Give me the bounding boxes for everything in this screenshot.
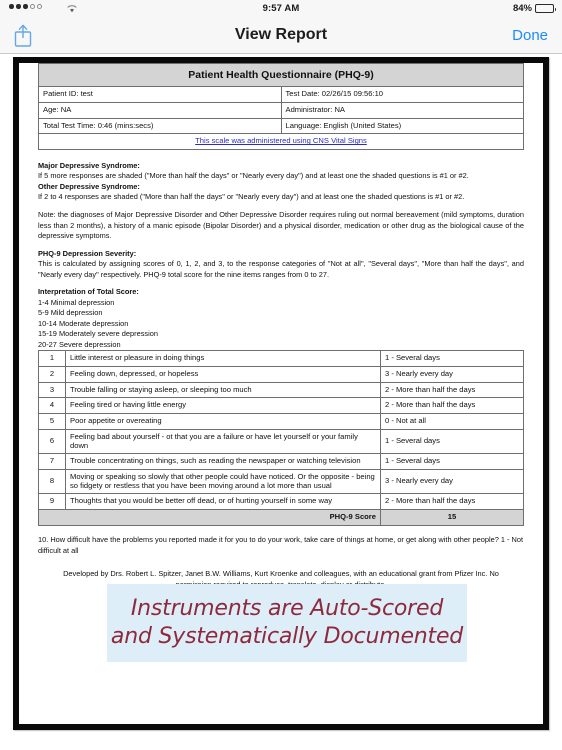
question-text: Moving or speaking so slowly that other … xyxy=(65,468,381,495)
question-10-text: 10. How difficult have the problems you … xyxy=(38,534,524,555)
report-document: Patient Health Questionnaire (PHQ-9) Pat… xyxy=(19,63,543,724)
question-text: Trouble falling or staying asleep, or sl… xyxy=(65,381,381,399)
table-row: 1 Little interest or pleasure in doing t… xyxy=(38,350,524,367)
question-number: 7 xyxy=(38,453,66,470)
callout-line-2: and Systematically Documented xyxy=(110,624,464,649)
patient-id-cell: Patient ID: test xyxy=(38,86,282,103)
age-cell: Age: NA xyxy=(38,101,282,119)
major-depressive-text: If 5 more responses are shaded ("More th… xyxy=(38,171,469,181)
table-row: Total Test Time: 0:46 (mins:secs) Langua… xyxy=(38,117,524,135)
score-label: PHQ-9 Score xyxy=(38,509,381,526)
table-row: Patient ID: test Test Date: 02/26/15 09:… xyxy=(38,86,524,103)
question-text: Feeling bad about yourself - ot that you… xyxy=(65,428,381,455)
question-answer: 1 - Several days xyxy=(380,428,524,455)
criteria-section: Major Depressive Syndrome: If 5 more res… xyxy=(38,161,524,350)
done-button[interactable]: Done xyxy=(512,27,548,44)
table-row: This scale was administered using CNS Vi… xyxy=(38,133,524,150)
question-number: 3 xyxy=(38,381,66,399)
battery-icon xyxy=(535,4,556,13)
other-depressive-text: If 2 to 4 responses are shaded ("More th… xyxy=(38,192,465,202)
question-answer: 2 - More than half the days xyxy=(380,397,524,415)
major-depressive-heading: Major Depressive Syndrome: xyxy=(38,160,140,170)
question-answer: 3 - Nearly every day xyxy=(380,365,524,383)
question-text: Feeling tired or having little energy xyxy=(65,397,381,415)
table-row: 9 Thoughts that you would be better off … xyxy=(38,493,524,511)
table-row: Age: NA Administrator: NA xyxy=(38,101,524,119)
table-row: 2 Feeling down, depressed, or hopeless 3… xyxy=(38,365,524,383)
table-row: Patient Health Questionnaire (PHQ-9) xyxy=(38,63,524,88)
report-page-frame: Patient Health Questionnaire (PHQ-9) Pat… xyxy=(13,57,549,730)
test-date-cell: Test Date: 02/26/15 09:56:10 xyxy=(280,86,524,103)
language-cell: Language: English (United States) xyxy=(280,117,524,135)
callout-banner: Instruments are Auto-Scored and Systemat… xyxy=(107,584,467,662)
question-number: 1 xyxy=(38,350,66,367)
question-text: Thoughts that you would be better off de… xyxy=(65,493,381,511)
question-answer: 0 - Not at all xyxy=(380,413,524,430)
question-number: 6 xyxy=(38,428,66,455)
interpretation-range: 1-4 Minimal depression xyxy=(38,297,115,307)
interpretation-range: 15-19 Moderately severe depression xyxy=(38,329,158,339)
question-text: Feeling down, depressed, or hopeless xyxy=(65,365,381,383)
question-text: Little interest or pleasure in doing thi… xyxy=(65,350,381,367)
administrator-cell: Administrator: NA xyxy=(280,101,524,119)
diagnosis-note-text: Note: the diagnoses of Major Depressive … xyxy=(38,210,524,241)
question-number: 9 xyxy=(38,493,66,511)
callout-line-1: Instruments are Auto-Scored xyxy=(130,595,444,621)
question-answer: 2 - More than half the days xyxy=(380,381,524,399)
question-answer: 2 - More than half the days xyxy=(380,493,524,511)
question-number: 2 xyxy=(38,365,66,383)
table-row: 8 Moving or speaking so slowly that othe… xyxy=(38,468,524,495)
ios-status-bar: 9:57 AM 84% xyxy=(0,0,562,16)
table-row: 3 Trouble falling or staying asleep, or … xyxy=(38,381,524,399)
interpretation-section: Interpretation of Total Score: 1-4 Minim… xyxy=(38,287,524,350)
interpretation-range: 20-27 Severe depression xyxy=(38,339,121,349)
question-text: Poor appetite or overeating xyxy=(65,413,381,430)
question-number: 4 xyxy=(38,397,66,415)
table-row: 4 Feeling tired or having little energy … xyxy=(38,397,524,415)
question-answer: 1 - Several days xyxy=(380,453,524,470)
page-title: View Report xyxy=(234,26,328,43)
question-answer: 3 - Nearly every day xyxy=(380,468,524,495)
navigation-bar: View Report Done xyxy=(0,16,562,54)
score-row: PHQ-9 Score 15 xyxy=(38,509,524,526)
question-answer: 1 - Several days xyxy=(380,350,524,367)
table-row: 6 Feeling bad about yourself - ot that y… xyxy=(38,428,524,455)
battery-status: 84% xyxy=(512,3,556,14)
cns-vital-signs-link[interactable]: This scale was administered using CNS Vi… xyxy=(195,136,367,145)
question-text: Trouble concentrating on things, such as… xyxy=(65,453,381,470)
interpretation-range: 10-14 Moderate depression xyxy=(38,318,129,328)
score-value: 15 xyxy=(380,509,524,526)
severity-heading: PHQ-9 Depression Severity: xyxy=(38,248,137,258)
total-test-time-cell: Total Test Time: 0:46 (mins:secs) xyxy=(38,117,282,135)
other-depressive-heading: Other Depressive Syndrome: xyxy=(38,181,140,191)
scale-source-cell: This scale was administered using CNS Vi… xyxy=(38,133,524,150)
question-number: 5 xyxy=(38,413,66,430)
questionnaire-table: 1 Little interest or pleasure in doing t… xyxy=(38,350,524,526)
table-row: 7 Trouble concentrating on things, such … xyxy=(38,453,524,470)
table-row: 5 Poor appetite or overeating 0 - Not at… xyxy=(38,413,524,430)
report-title: Patient Health Questionnaire (PHQ-9) xyxy=(38,63,524,88)
severity-text: This is calculated by assigning scores o… xyxy=(38,259,524,279)
battery-percent-label: 84% xyxy=(512,3,532,14)
interpretation-range: 5-9 Mild depression xyxy=(38,308,103,318)
interpretation-heading: Interpretation of Total Score: xyxy=(38,287,139,297)
question-number: 8 xyxy=(38,468,66,495)
patient-info-table: Patient Health Questionnaire (PHQ-9) Pat… xyxy=(38,63,524,150)
status-time: 9:57 AM xyxy=(262,3,300,14)
